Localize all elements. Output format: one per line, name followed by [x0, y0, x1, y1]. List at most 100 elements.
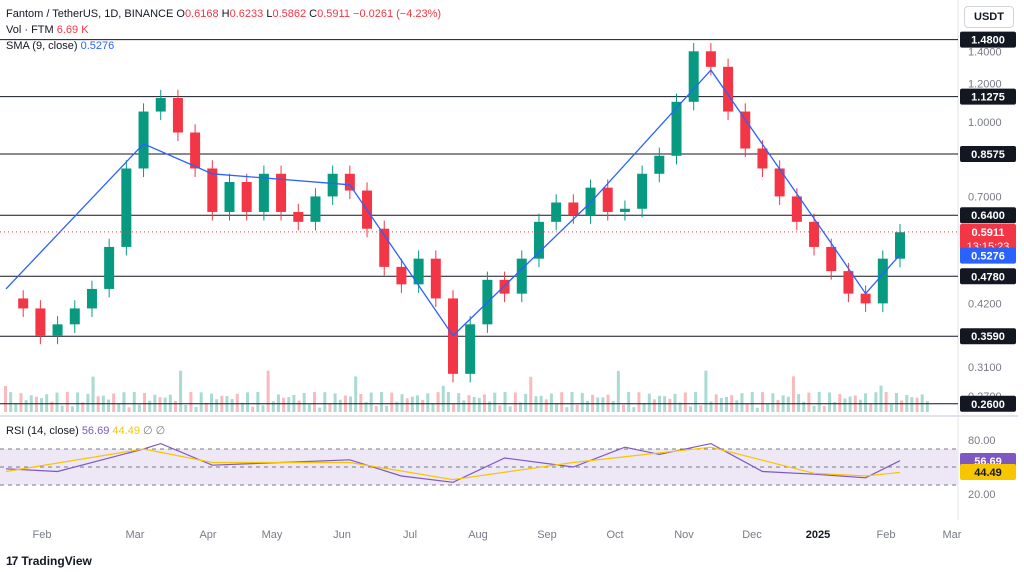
- time-axis-label: Apr: [199, 529, 216, 541]
- volume-bar: [503, 392, 507, 412]
- rsi-legend[interactable]: RSI (14, close) 56.69 44.49 ∅ ∅: [6, 424, 165, 437]
- volume-bar: [735, 400, 739, 412]
- candle-body: [35, 308, 46, 336]
- candle-body: [637, 173, 648, 209]
- candle-body: [826, 246, 837, 272]
- volume-bar: [869, 403, 873, 412]
- candle-body: [516, 258, 527, 294]
- close-value: 0.5911: [317, 8, 350, 20]
- volume-bar: [323, 392, 327, 412]
- volume-bar: [745, 404, 749, 412]
- candle-body: [310, 196, 321, 222]
- volume-bar: [297, 400, 301, 412]
- level-label: 0.6400: [971, 210, 1005, 222]
- candle-body: [104, 246, 115, 289]
- level-label: 0.2600: [971, 399, 1005, 411]
- volume-bar: [91, 376, 95, 412]
- rsi-ma-value-label: 44.49: [974, 467, 1002, 479]
- volume-bar: [122, 392, 126, 412]
- volume-bar: [580, 392, 584, 412]
- candle-body: [430, 258, 441, 299]
- volume-bar: [338, 399, 342, 412]
- price-chart[interactable]: 1.40001.20001.00000.70000.42000.31000.27…: [0, 0, 1024, 572]
- candle-body: [190, 132, 201, 169]
- candle-body: [740, 111, 751, 149]
- volume-bar: [127, 407, 131, 412]
- volume-bar: [276, 394, 280, 412]
- currency-button[interactable]: USDT: [964, 6, 1014, 28]
- time-axis-label: May: [262, 529, 283, 541]
- volume-bar: [9, 392, 13, 412]
- volume-bar: [560, 392, 564, 412]
- tradingview-logo-icon: 17: [6, 554, 18, 568]
- volume-bar: [915, 397, 919, 412]
- sma-axis-label: 0.5276: [971, 251, 1005, 263]
- volume-bar: [472, 396, 476, 412]
- volume-bar: [622, 404, 625, 412]
- volume-bar: [34, 396, 38, 412]
- volume-bar: [900, 400, 904, 412]
- volume-bar: [426, 393, 430, 412]
- volume-bar: [611, 400, 615, 412]
- candle-body: [568, 202, 579, 216]
- volume-bar: [354, 376, 358, 412]
- volume-bar: [287, 397, 291, 412]
- volume-bar: [436, 392, 440, 412]
- volume-bar: [652, 399, 656, 412]
- rsi-band: [0, 449, 958, 485]
- price-axis-tick: 0.4200: [968, 298, 1002, 310]
- volume-bar: [318, 407, 322, 412]
- volume-bar: [421, 399, 425, 412]
- rsi-axis-tick: 80.00: [968, 435, 996, 447]
- volume-bar: [791, 376, 795, 412]
- change-value: −0.0261 (−4.23%): [353, 8, 442, 20]
- volume-bar: [148, 400, 152, 412]
- volume-bar: [328, 403, 332, 412]
- time-axis-label: 2025: [806, 529, 830, 541]
- candle-body: [688, 51, 699, 102]
- volume-bar: [555, 403, 559, 412]
- price-axis-tick: 1.0000: [968, 117, 1002, 129]
- rsi-options-icons[interactable]: ∅ ∅: [143, 425, 165, 437]
- volume-bar: [86, 393, 90, 412]
- candle-body: [860, 293, 871, 304]
- volume-bar: [194, 406, 198, 412]
- volume-bar: [307, 404, 311, 412]
- volume-bar: [585, 400, 589, 412]
- volume-bar: [112, 393, 116, 412]
- volume-legend[interactable]: Vol · FTM 6.69 K: [6, 24, 89, 36]
- sma-legend[interactable]: SMA (9, close) 0.5276: [6, 40, 114, 52]
- candle-body: [327, 173, 338, 197]
- candle-body: [551, 202, 562, 222]
- candle-body: [293, 211, 304, 222]
- volume-bar: [874, 392, 878, 412]
- tradingview-logo[interactable]: 17 TradingView: [6, 554, 92, 568]
- tradingview-brand-name: TradingView: [21, 554, 92, 568]
- volume-bar: [632, 407, 636, 412]
- volume-bar: [627, 392, 631, 412]
- volume-bar: [694, 392, 698, 412]
- candle-body: [809, 221, 820, 247]
- volume-bar: [390, 392, 394, 412]
- symbol-label[interactable]: Fantom / TetherUS, 1D, BINANCE: [6, 8, 173, 20]
- candle-body: [671, 101, 682, 156]
- volume-bar: [755, 407, 759, 412]
- volume-bar: [369, 392, 373, 412]
- volume-bar: [215, 399, 219, 412]
- volume-bar: [261, 405, 265, 412]
- volume-bar: [210, 393, 213, 412]
- volume-bar: [761, 392, 765, 412]
- candle-body: [138, 111, 149, 169]
- volume-bar: [807, 392, 811, 412]
- volume-bar: [50, 401, 54, 412]
- volume-bar: [246, 392, 250, 412]
- volume-bar: [40, 398, 44, 412]
- volume-bar: [750, 392, 754, 412]
- volume-bar: [482, 394, 486, 412]
- rsi-value: 56.69: [81, 425, 110, 437]
- rsi-ma-value: 44.49: [112, 425, 140, 437]
- volume-bar: [673, 393, 677, 412]
- time-axis-label: Jun: [333, 529, 351, 541]
- level-label: 0.4780: [971, 271, 1005, 283]
- sma-value: 0.5276: [80, 40, 115, 52]
